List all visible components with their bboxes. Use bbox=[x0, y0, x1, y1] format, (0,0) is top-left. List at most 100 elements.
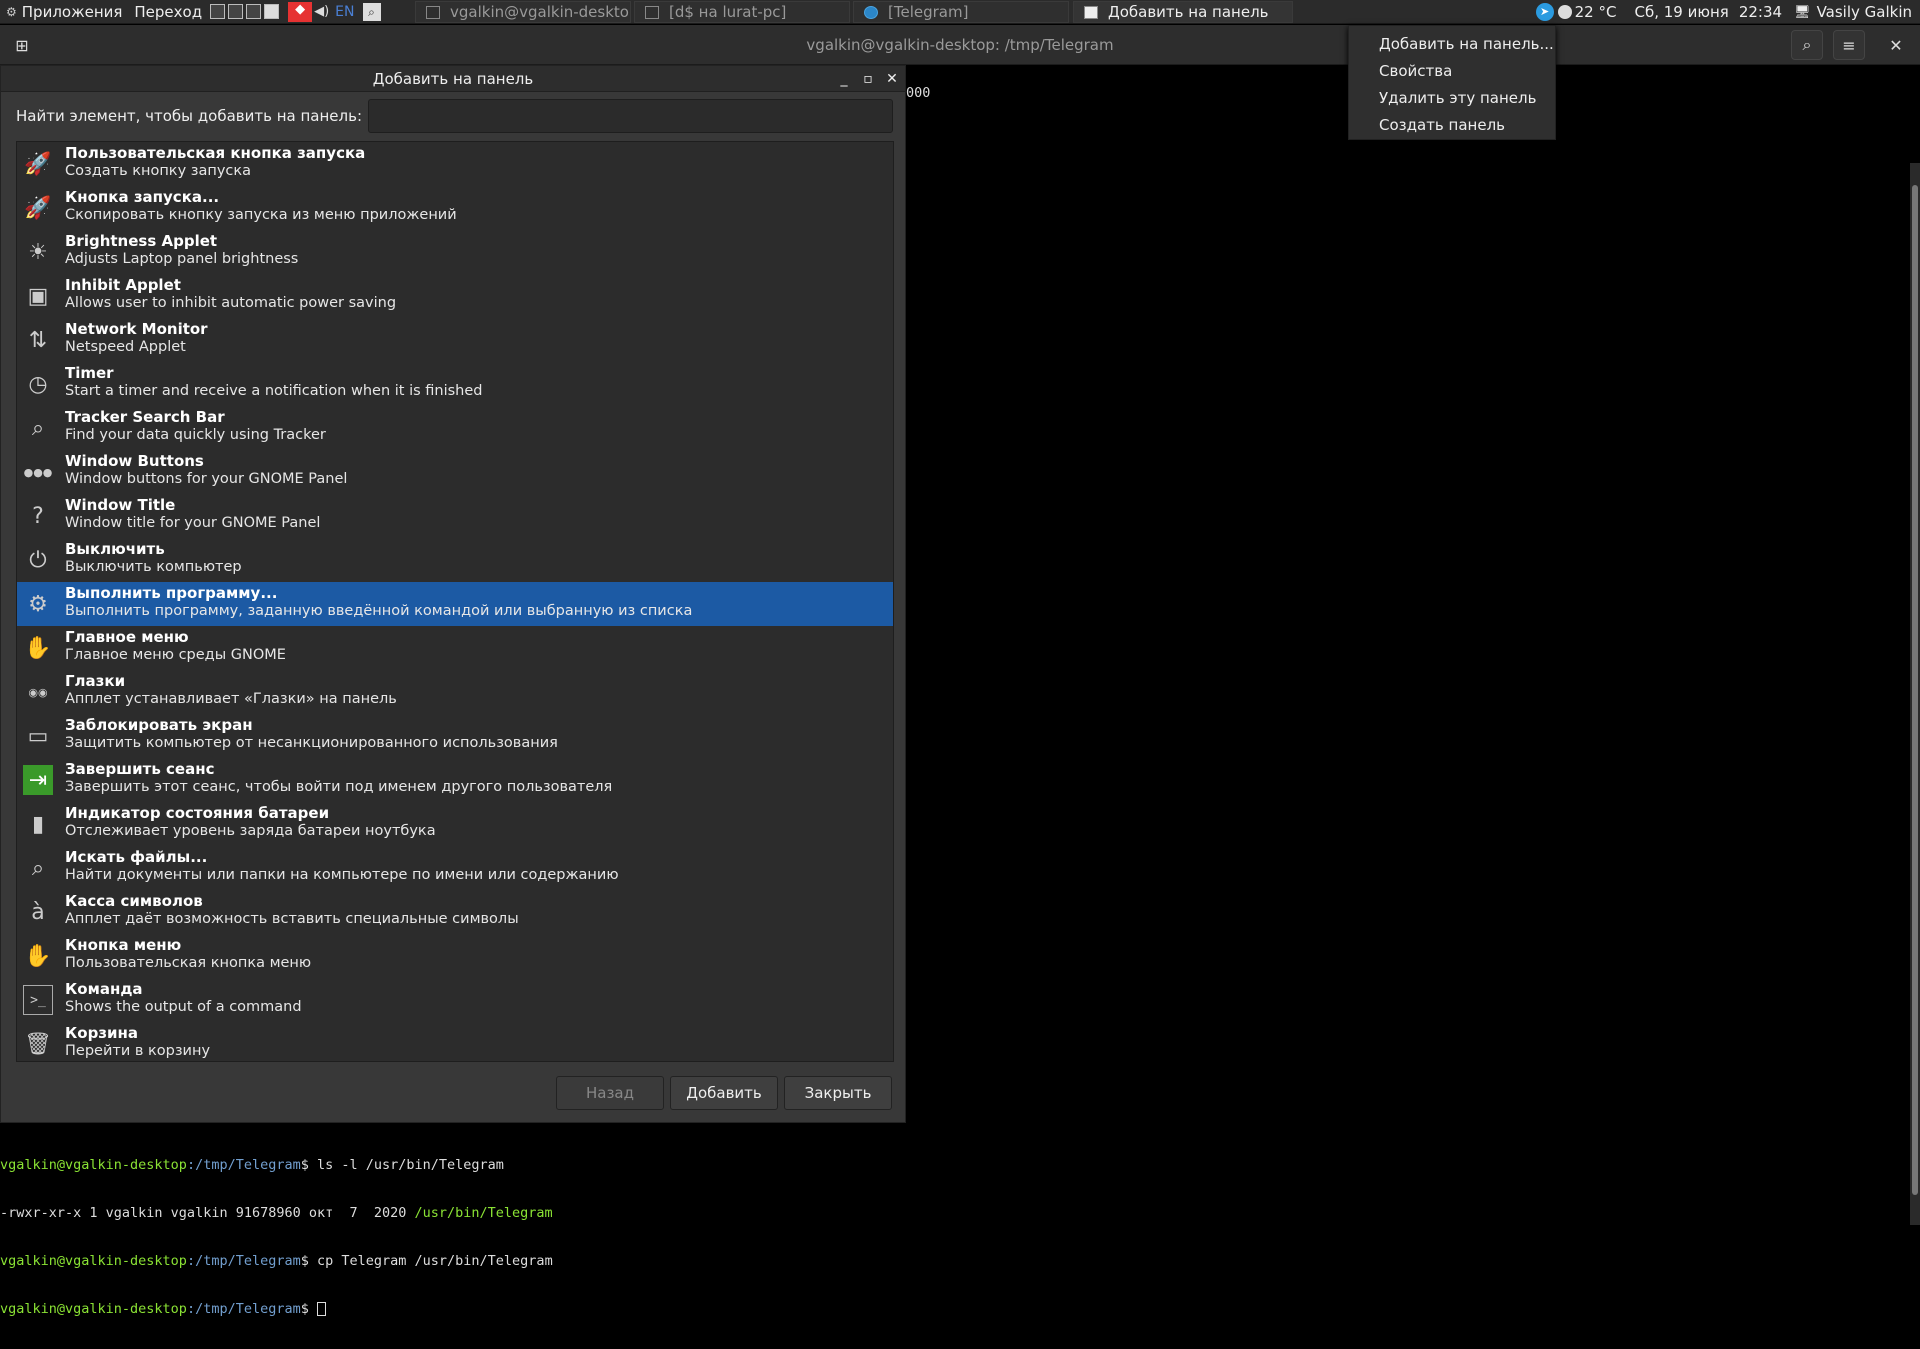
search-input[interactable] bbox=[368, 99, 893, 133]
list-item[interactable]: ⌕ Tracker Search Bar Find your data quickl… bbox=[17, 406, 893, 450]
list-item-description: Отслеживает уровень заряда батареи ноутб… bbox=[65, 823, 436, 839]
menu-item-new-panel[interactable]: Создать панель bbox=[1349, 112, 1555, 139]
keyboard-layout-indicator[interactable]: EN bbox=[335, 4, 354, 20]
terminal-title: vgalkin@vgalkin-desktop: /tmp/Telegram bbox=[806, 36, 1114, 54]
menu-button[interactable]: ≡ bbox=[1833, 30, 1865, 60]
system-tray: ➤ 22 °C Сб, 19 июня 22:34 🖥 Vasily Galki… bbox=[1530, 0, 1920, 24]
terminal-output[interactable]: vgalkin@vgalkin-desktop:/tmp/Telegram$ l… bbox=[0, 1125, 553, 1349]
list-item[interactable]: ◉◉ Глазки Апплет устанавливает «Глазки» на… bbox=[17, 670, 893, 714]
list-item[interactable]: 🚀 Пользовательская кнопка запуска Создать … bbox=[17, 142, 893, 186]
clock-date[interactable]: Сб, 19 июня bbox=[1634, 3, 1728, 21]
list-item-title: Кнопка запуска... bbox=[65, 188, 220, 206]
user-name[interactable]: Vasily Galkin bbox=[1817, 3, 1912, 21]
list-item-description: Выключить компьютер bbox=[65, 559, 242, 575]
list-item[interactable]: ☀ Brightness Applet Adjusts Laptop panel b… bbox=[17, 230, 893, 274]
list-item[interactable]: ▣ Inhibit Applet Allows user to inhibit au… bbox=[17, 274, 893, 318]
window-icon[interactable] bbox=[210, 4, 226, 19]
menu-item-properties[interactable]: Свойства bbox=[1349, 58, 1555, 85]
prompt-path: :/tmp/Telegram bbox=[186, 1301, 301, 1317]
list-item-title: Касса символов bbox=[65, 892, 203, 910]
applications-menu-label: Приложения bbox=[21, 2, 123, 21]
weather-temperature[interactable]: 22 °C bbox=[1575, 3, 1617, 21]
taskbar-item-label: [d$ на lurat-pc] bbox=[669, 3, 787, 21]
list-item-title: Network Monitor bbox=[65, 320, 208, 338]
list-item[interactable]: ⏻ Выключить Выключить компьютер bbox=[17, 538, 893, 582]
list-item[interactable]: ▭ Заблокировать экран Защитить компьютер о… bbox=[17, 714, 893, 758]
gears-icon: ⚙ bbox=[28, 591, 48, 617]
scrollbar-thumb[interactable] bbox=[1912, 185, 1918, 1195]
add-button[interactable]: Добавить bbox=[670, 1076, 778, 1110]
telegram-tray-icon[interactable]: ➤ bbox=[1535, 3, 1554, 21]
list-item-description: Защитить компьютер от несанкционированно… bbox=[65, 735, 558, 751]
back-button[interactable]: Назад bbox=[556, 1076, 664, 1110]
remote-desktop-icon bbox=[645, 5, 659, 19]
quick-launchers: ◆ ◀) EN ⌕ bbox=[208, 0, 382, 24]
search-icon[interactable]: ⌕ bbox=[362, 2, 381, 21]
list-item-description: Выполнить программу, заданную введённой … bbox=[65, 603, 693, 619]
list-item[interactable]: ⇥ Завершить сеанс Завершить этот сеанс, чт… bbox=[17, 758, 893, 802]
window-close-icon[interactable] bbox=[246, 4, 262, 19]
terminal-scrollbar[interactable] bbox=[1910, 163, 1920, 1225]
search-row: Найти элемент, чтобы добавить на панель: bbox=[16, 99, 893, 133]
list-item-title: Кнопка меню bbox=[65, 936, 182, 954]
list-item-description: Window title for your GNOME Panel bbox=[65, 515, 321, 531]
menu-item-delete-panel[interactable]: Удалить эту панель bbox=[1349, 85, 1555, 112]
taskbar-item-remote[interactable]: [d$ на lurat-pc] bbox=[634, 1, 850, 23]
list-item-description: Start a timer and receive a notification… bbox=[65, 383, 483, 399]
app-launcher-icon[interactable] bbox=[264, 4, 280, 19]
list-item[interactable]: 🚀 Кнопка запуска... Скопировать кнопку зап… bbox=[17, 186, 893, 230]
list-item-description: Главное меню среды GNOME bbox=[65, 647, 286, 663]
taskbar-item-telegram[interactable]: [Telegram] bbox=[853, 1, 1069, 23]
list-item[interactable]: à Касса символов Апплет даёт возможность в… bbox=[17, 890, 893, 934]
close-button[interactable]: Закрыть bbox=[784, 1076, 892, 1110]
applet-list[interactable]: 🚀 Пользовательская кнопка запуска Создать … bbox=[16, 141, 894, 1062]
list-item-description: Апплет устанавливает «Глазки» на панель bbox=[65, 691, 397, 707]
list-item[interactable]: ⚙ Выполнить программу... Выполнить програм… bbox=[17, 582, 893, 626]
applications-menu[interactable]: ⚙ Приложения bbox=[0, 0, 128, 24]
search-button[interactable]: ⌕ bbox=[1791, 30, 1823, 60]
taskbar-item-terminal[interactable]: vgalkin@vgalkin-desktop... bbox=[415, 1, 631, 23]
list-item[interactable]: ? Window Title Window title for your GNOME… bbox=[17, 494, 893, 538]
list-item[interactable]: ▮ Индикатор состояния батареи Отслеживает … bbox=[17, 802, 893, 846]
close-button[interactable]: ✕ bbox=[1880, 30, 1912, 60]
dialog-titlebar[interactable]: Добавить на панель _ ▫ ✕ bbox=[1, 66, 905, 92]
user-icon[interactable]: 🖥 bbox=[1794, 5, 1811, 20]
clock-time[interactable]: 22:34 bbox=[1739, 3, 1782, 21]
list-item-title: Главное меню bbox=[65, 628, 189, 646]
terminal-line: -rwxr-xr-x 1 vgalkin vgalkin 91678960 ок… bbox=[0, 1205, 553, 1221]
list-item-title: Индикатор состояния батареи bbox=[65, 804, 330, 822]
close-icon[interactable]: ✕ bbox=[882, 69, 902, 89]
window-icon[interactable] bbox=[228, 4, 244, 19]
launcher-icon: 🚀 bbox=[24, 195, 52, 221]
telegram-icon bbox=[864, 5, 878, 19]
terminal-icon: >_ bbox=[23, 985, 53, 1015]
list-item-description: Allows user to inhibit automatic power s… bbox=[65, 295, 397, 311]
list-item-title: Brightness Applet bbox=[65, 232, 218, 250]
list-item[interactable]: ⇅ Network Monitor Netspeed Applet bbox=[17, 318, 893, 362]
menu-item-add-to-panel[interactable]: Добавить на панель... bbox=[1349, 31, 1555, 58]
list-item[interactable]: >_ Команда Shows the output of a command bbox=[17, 978, 893, 1022]
list-item[interactable]: ✋ Главное меню Главное меню среды GNOME bbox=[17, 626, 893, 670]
list-item-title: Выключить bbox=[65, 540, 165, 558]
prompt-user: vgalkin@vgalkin-desktop bbox=[0, 1253, 187, 1269]
list-item-description: Создать кнопку запуска bbox=[65, 163, 252, 179]
volume-icon[interactable]: ◀) bbox=[314, 4, 329, 19]
minimize-icon[interactable]: _ bbox=[834, 69, 854, 89]
list-item[interactable]: 🗑 Корзина Перейти в корзину bbox=[17, 1022, 893, 1061]
dialog-title: Добавить на панель bbox=[372, 70, 534, 88]
places-menu[interactable]: Переход bbox=[128, 0, 208, 24]
list-item[interactable]: ◷ Timer Start a timer and receive a notifi… bbox=[17, 362, 893, 406]
weather-icon[interactable] bbox=[1557, 5, 1572, 19]
window-title-icon: ? bbox=[32, 503, 44, 529]
terminal-icon bbox=[426, 5, 440, 19]
remote-desktop-icon[interactable]: ◆ bbox=[288, 1, 313, 22]
list-item[interactable]: ✋ Кнопка меню Пользовательская кнопка меню bbox=[17, 934, 893, 978]
list-item-description: Shows the output of a command bbox=[65, 999, 302, 1015]
list-item[interactable]: ⌕ Искать файлы... Найти документы или папк… bbox=[17, 846, 893, 890]
maximize-icon[interactable]: ▫ bbox=[858, 69, 878, 89]
brightness-icon: ☀ bbox=[28, 239, 48, 265]
taskbar-item-add-to-panel[interactable]: Добавить на панель bbox=[1073, 1, 1293, 23]
output-text: -rwxr-xr-x 1 vgalkin vgalkin 91678960 ок… bbox=[0, 1205, 415, 1221]
list-item[interactable]: ●●● Window Buttons Window buttons for your… bbox=[17, 450, 893, 494]
network-icon: ⇅ bbox=[28, 327, 48, 353]
